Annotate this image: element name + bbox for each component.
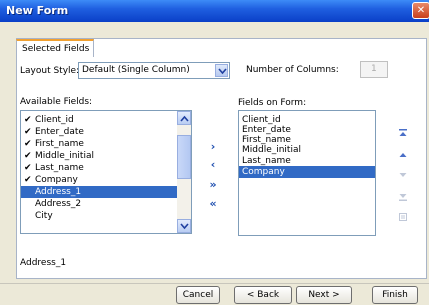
title-bar[interactable]: New Form ✕ bbox=[0, 0, 429, 22]
status-text: Address_1 bbox=[20, 258, 67, 268]
window-title: New Form bbox=[6, 4, 69, 17]
list-item[interactable]: City bbox=[21, 210, 177, 222]
add-field-button[interactable]: › bbox=[205, 141, 221, 153]
fields-on-form-label: Fields on Form: bbox=[238, 98, 307, 108]
add-all-fields-button[interactable]: » bbox=[205, 179, 221, 191]
list-item[interactable]: ✔ Company bbox=[21, 174, 177, 186]
scroll-down-button[interactable] bbox=[177, 219, 191, 233]
move-down-icon bbox=[399, 173, 407, 177]
cancel-button[interactable]: Cancel bbox=[176, 286, 220, 304]
available-fields-list[interactable]: ✔ Client_id ✔ Enter_date ✔ First_name ✔ Midd… bbox=[20, 110, 192, 234]
list-item[interactable]: Address_2 bbox=[21, 198, 177, 210]
field-properties-icon bbox=[399, 213, 407, 221]
check-icon: ✔ bbox=[24, 127, 32, 137]
fields-on-form-list[interactable]: Client_id Enter_date First_name Middle_i… bbox=[238, 110, 376, 236]
columns-label: Number of Columns: bbox=[246, 65, 339, 75]
list-item[interactable]: ✔ First_name bbox=[21, 138, 177, 150]
columns-value: 1 bbox=[371, 64, 377, 74]
available-fields-label: Available Fields: bbox=[20, 97, 93, 107]
list-item[interactable]: ✔ Client_id bbox=[21, 114, 177, 126]
check-icon: ✔ bbox=[24, 175, 32, 185]
columns-input[interactable]: 1 bbox=[360, 61, 388, 78]
check-icon: ✔ bbox=[24, 115, 32, 125]
list-item-selected[interactable]: Address_1 bbox=[21, 186, 177, 198]
layout-style-label: Layout Style: bbox=[20, 66, 80, 76]
check-icon: ✔ bbox=[24, 139, 32, 149]
list-item-selected[interactable]: Company bbox=[239, 166, 375, 178]
move-top-icon[interactable] bbox=[398, 128, 408, 138]
layout-style-select[interactable]: Default (Single Column) bbox=[78, 62, 230, 79]
list-item[interactable]: ✔ Middle_initial bbox=[21, 150, 177, 162]
close-icon: ✕ bbox=[416, 5, 426, 16]
move-up-icon[interactable] bbox=[398, 150, 408, 160]
footer-divider bbox=[0, 283, 429, 284]
new-form-dialog: New Form ✕ Selected Fields Layout Style:… bbox=[0, 0, 429, 305]
vertical-scrollbar[interactable] bbox=[177, 111, 191, 233]
chevron-up-icon bbox=[180, 115, 189, 122]
scroll-up-button[interactable] bbox=[177, 111, 191, 125]
scroll-thumb[interactable] bbox=[177, 135, 191, 179]
chevron-down-icon[interactable] bbox=[215, 64, 228, 77]
move-bottom-icon bbox=[399, 194, 407, 201]
close-button[interactable]: ✕ bbox=[412, 2, 429, 19]
remove-all-fields-button[interactable]: « bbox=[205, 198, 221, 210]
chevron-down-icon bbox=[180, 223, 189, 230]
list-item[interactable]: ✔ Last_name bbox=[21, 162, 177, 174]
back-button[interactable]: < Back bbox=[234, 286, 292, 304]
tab-selected-fields[interactable]: Selected Fields bbox=[16, 39, 94, 57]
layout-style-value: Default (Single Column) bbox=[82, 65, 190, 75]
next-button[interactable]: Next > bbox=[296, 286, 352, 304]
remove-field-button[interactable]: ‹ bbox=[205, 159, 221, 171]
check-icon: ✔ bbox=[24, 163, 32, 173]
check-icon: ✔ bbox=[24, 151, 32, 161]
finish-button[interactable]: Finish bbox=[372, 286, 418, 304]
list-item[interactable]: ✔ Enter_date bbox=[21, 126, 177, 138]
